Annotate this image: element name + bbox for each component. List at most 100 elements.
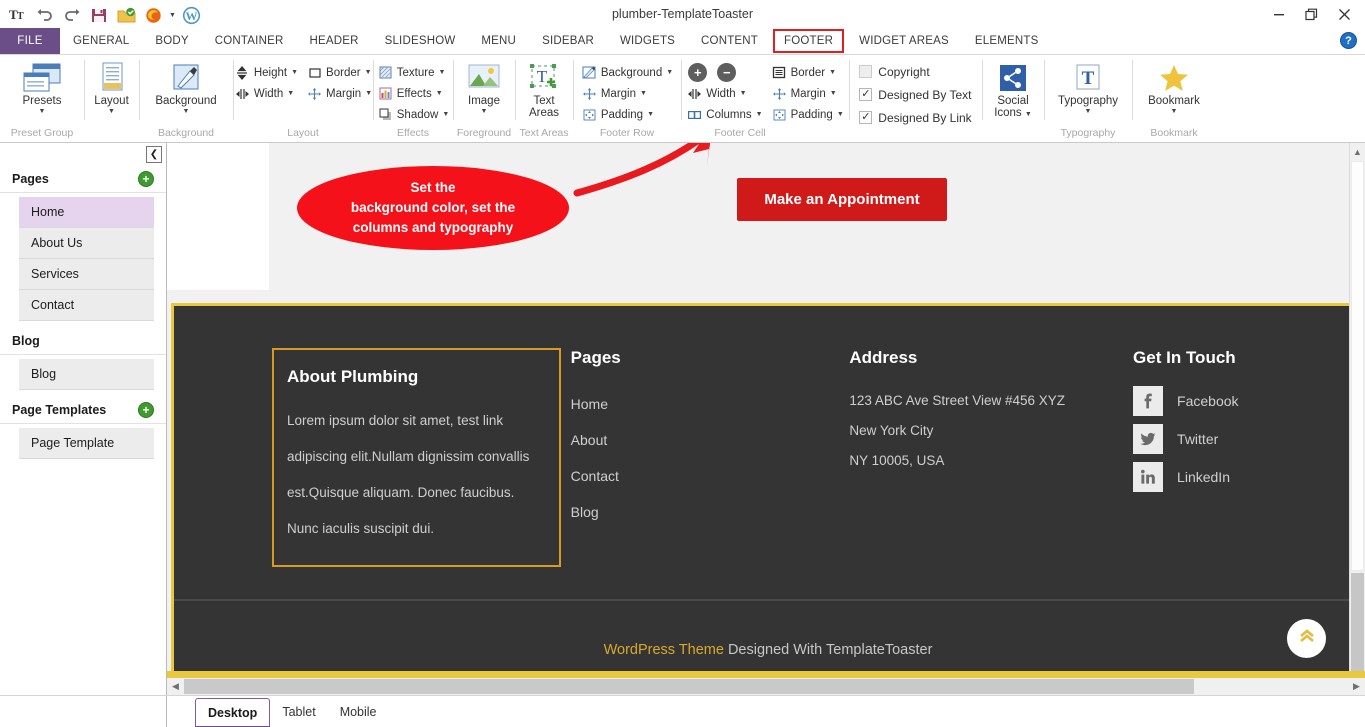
shadow-dropdown-caret-icon[interactable]: ▼ (442, 111, 449, 118)
firefox-dropdown-caret-icon[interactable]: ▼ (169, 12, 176, 19)
redo-icon[interactable] (60, 3, 84, 27)
background-button[interactable]: Background ▼ (141, 59, 231, 116)
footer-row-background-dropdown-caret-icon[interactable]: ▼ (666, 69, 673, 76)
firefox-preview-icon[interactable] (141, 3, 165, 27)
height-dropdown-caret-icon[interactable]: ▼ (291, 69, 298, 76)
close-button[interactable] (1328, 1, 1361, 27)
footer-cell-padding-dropdown-caret-icon[interactable]: ▼ (837, 111, 844, 118)
sidebar-item-home[interactable]: Home (19, 197, 154, 228)
footer-cell-margin-button[interactable]: Margin ▼ (767, 83, 848, 104)
effects-button[interactable]: Effects ▼ (373, 83, 454, 104)
tab-body[interactable]: BODY (142, 28, 201, 54)
margin-dropdown-caret-icon[interactable]: ▼ (365, 90, 372, 97)
footer-link-contact[interactable]: Contact (571, 458, 850, 494)
footer-column-address[interactable]: Address 123 ABC Ave Street View #456 XYZ… (849, 348, 1133, 599)
image-button[interactable]: Image ▼ (455, 59, 513, 116)
designed-by-text-checkbox[interactable]: ✓ (859, 88, 872, 101)
designed-by-link-checkbox[interactable]: ✓ (859, 111, 872, 124)
text-areas-button[interactable]: T TextAreas (517, 59, 571, 119)
width-dropdown-caret-icon[interactable]: ▼ (287, 90, 294, 97)
restore-button[interactable] (1295, 1, 1328, 27)
footer-cell-width-button[interactable]: Width ▼ (682, 83, 766, 104)
footer-cell-width-dropdown-caret-icon[interactable]: ▼ (740, 90, 747, 97)
tab-widgets[interactable]: WIDGETS (607, 28, 688, 54)
typography-dropdown-caret-icon[interactable]: ▼ (1085, 108, 1092, 116)
tab-slideshow[interactable]: SLIDESHOW (372, 28, 469, 54)
save-icon[interactable] (87, 3, 111, 27)
designed-by-link-checkbox-row[interactable]: ✓ Designed By Link (855, 106, 975, 129)
social-row-facebook[interactable]: Facebook (1133, 386, 1362, 416)
tab-sidebar[interactable]: SIDEBAR (529, 28, 607, 54)
footer-row-padding-button[interactable]: Padding ▼ (577, 104, 677, 125)
make-appointment-button[interactable]: Make an Appointment (737, 178, 947, 221)
footer-row-background-button[interactable]: Background ▼ (577, 62, 677, 83)
horizontal-scroll-thumb[interactable] (184, 679, 1194, 694)
horizontal-scroll-track[interactable] (184, 678, 1348, 695)
device-tab-desktop[interactable]: Desktop (195, 698, 270, 727)
scroll-left-arrow-icon[interactable]: ◀ (167, 678, 184, 695)
footer-cell-columns-button[interactable]: Columns ▼ (682, 104, 766, 125)
footer-link-about[interactable]: About (571, 422, 850, 458)
footer-cell-border-dropdown-caret-icon[interactable]: ▼ (829, 69, 836, 76)
remove-cell-icon[interactable]: − (717, 63, 736, 82)
bookmark-button[interactable]: Bookmark ▼ (1134, 59, 1214, 116)
footer-column-pages[interactable]: Pages Home About Contact Blog (571, 348, 850, 599)
shadow-button[interactable]: Shadow ▼ (373, 104, 454, 125)
tab-widget-areas[interactable]: WIDGET AREAS (846, 28, 962, 54)
footer-cell-padding-button[interactable]: Padding ▼ (767, 104, 848, 125)
sidebar-item-page-template[interactable]: Page Template (19, 428, 154, 459)
add-page-button[interactable]: + (138, 171, 154, 187)
width-button[interactable]: Width ▼ (230, 83, 302, 104)
add-page-template-button[interactable]: + (138, 402, 154, 418)
tab-general[interactable]: GENERAL (60, 28, 142, 54)
footer-link-blog[interactable]: Blog (571, 494, 850, 530)
footer-row-margin-button[interactable]: Margin ▼ (577, 83, 677, 104)
texture-dropdown-caret-icon[interactable]: ▼ (438, 69, 445, 76)
tab-menu[interactable]: MENU (468, 28, 529, 54)
tab-container[interactable]: CONTAINER (202, 28, 297, 54)
tab-header[interactable]: HEADER (296, 28, 371, 54)
about-widget-box[interactable]: About Plumbing Lorem ipsum dolor sit ame… (272, 348, 561, 567)
canvas-vertical-scrollbar[interactable]: ▲ ▼ (1349, 143, 1365, 726)
scroll-up-arrow-icon[interactable]: ▲ (1350, 143, 1365, 160)
export-icon[interactable] (114, 3, 138, 27)
footer-cell-columns-dropdown-caret-icon[interactable]: ▼ (756, 111, 763, 118)
device-tab-mobile[interactable]: Mobile (328, 696, 389, 727)
minimize-button[interactable] (1262, 1, 1295, 27)
copyright-checkbox-row[interactable]: Copyright (855, 60, 975, 83)
footer-link-home[interactable]: Home (571, 386, 850, 422)
text-tool-icon[interactable]: TT (6, 3, 30, 27)
canvas-horizontal-scrollbar[interactable]: ◀ ▶ (167, 678, 1365, 695)
tab-elements[interactable]: ELEMENTS (962, 28, 1052, 54)
border-button[interactable]: Border ▼ (302, 62, 376, 83)
back-to-top-button[interactable] (1287, 619, 1326, 658)
height-button[interactable]: Height ▼ (230, 62, 302, 83)
sidebar-collapse-button[interactable]: ❮ (146, 146, 162, 163)
layout-button[interactable]: Layout ▼ (86, 59, 138, 116)
social-row-twitter[interactable]: Twitter (1133, 424, 1362, 454)
bookmark-dropdown-caret-icon[interactable]: ▼ (1171, 108, 1178, 116)
layout-dropdown-caret-icon[interactable]: ▼ (108, 108, 115, 116)
social-icons-dropdown-caret-icon[interactable]: ▼ (1025, 111, 1032, 118)
footer-column-get-in-touch[interactable]: Get In Touch Facebook Twitter (1133, 348, 1362, 599)
design-canvas[interactable]: Make an Appointment About Plumbing Lorem… (167, 143, 1365, 726)
border-dropdown-caret-icon[interactable]: ▼ (365, 69, 372, 76)
copyright-checkbox[interactable] (859, 65, 872, 78)
effects-dropdown-caret-icon[interactable]: ▼ (436, 90, 443, 97)
typography-button[interactable]: T Typography ▼ (1046, 59, 1130, 116)
tab-footer[interactable]: FOOTER (771, 28, 846, 54)
footer-cell-margin-dropdown-caret-icon[interactable]: ▼ (830, 90, 837, 97)
designed-by-text-checkbox-row[interactable]: ✓ Designed By Text (855, 83, 975, 106)
image-dropdown-caret-icon[interactable]: ▼ (481, 108, 488, 116)
social-icons-button[interactable]: SocialIcons ▼ (984, 59, 1042, 119)
footer-cell-border-button[interactable]: Border ▼ (767, 62, 848, 83)
undo-icon[interactable] (33, 3, 57, 27)
sidebar-item-services[interactable]: Services (19, 259, 154, 290)
add-cell-icon[interactable]: + (688, 63, 707, 82)
wordpress-icon[interactable]: W (180, 3, 204, 27)
social-row-linkedin[interactable]: LinkedIn (1133, 462, 1362, 492)
scroll-right-arrow-icon[interactable]: ▶ (1348, 678, 1365, 695)
presets-button[interactable]: Presets ▼ (5, 59, 79, 116)
sidebar-item-contact[interactable]: Contact (19, 290, 154, 321)
tab-content[interactable]: CONTENT (688, 28, 771, 54)
